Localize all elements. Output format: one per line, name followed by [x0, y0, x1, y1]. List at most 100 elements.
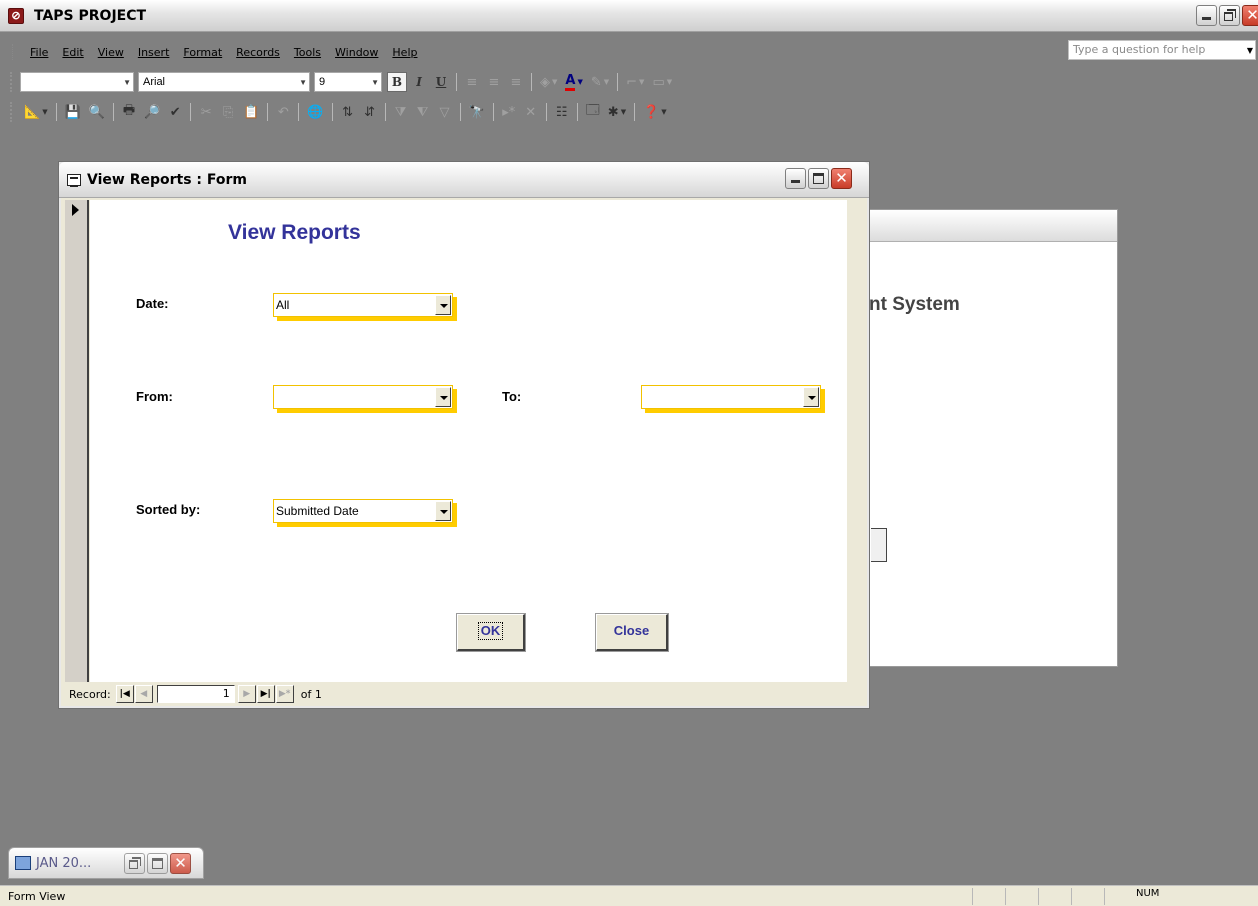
access-icon[interactable]: ⊘: [8, 7, 24, 24]
date-combo[interactable]: All: [273, 293, 453, 317]
print-icon[interactable]: 🖶: [119, 102, 139, 122]
menu-format[interactable]: Format: [176, 46, 229, 59]
align-left-icon[interactable]: ≡: [462, 72, 482, 92]
filter-by-form-icon[interactable]: ⧨: [413, 102, 433, 122]
find-icon[interactable]: 🔭: [466, 102, 488, 122]
menu-records[interactable]: Records: [229, 46, 287, 59]
delete-record-icon[interactable]: ✕: [521, 102, 541, 122]
align-center-icon[interactable]: ≡: [484, 72, 504, 92]
chevron-down-icon[interactable]: ▼: [1247, 46, 1253, 55]
menu-file[interactable]: File: [23, 46, 55, 59]
background-window-button[interactable]: [871, 528, 887, 562]
hyperlink-icon[interactable]: 🌐: [304, 102, 326, 122]
close-form-button[interactable]: Close: [596, 614, 668, 651]
last-record-icon[interactable]: ▶|: [256, 685, 275, 703]
special-effect-icon[interactable]: ▭ ▼: [649, 72, 675, 92]
maximize-button[interactable]: [147, 853, 168, 874]
properties-icon[interactable]: ☷: [552, 102, 572, 122]
line-width-icon[interactable]: ⌐ ▼: [623, 72, 647, 92]
form-minimize-button[interactable]: [785, 168, 806, 189]
sorted-by-combo-value: Submitted Date: [276, 504, 359, 518]
paste-icon[interactable]: 📋: [240, 102, 262, 122]
menu-insert[interactable]: Insert: [131, 46, 177, 59]
line-color-icon[interactable]: ✎ ▼: [588, 72, 612, 92]
print-preview-icon[interactable]: 🔎: [141, 102, 163, 122]
toolbar-separator: [576, 103, 578, 121]
previous-record-icon[interactable]: ◀: [134, 685, 153, 703]
undo-icon[interactable]: ↶: [273, 102, 293, 122]
form-icon[interactable]: [67, 173, 81, 187]
menu-grip[interactable]: [12, 44, 15, 60]
sort-descending-icon[interactable]: ⇵: [360, 102, 380, 122]
font-name-combo[interactable]: Arial ▼: [138, 72, 310, 92]
cut-icon[interactable]: ✂: [196, 102, 216, 122]
chevron-down-icon[interactable]: [803, 387, 819, 407]
menu-help[interactable]: Help: [385, 46, 424, 59]
form-maximize-button[interactable]: [808, 168, 829, 189]
form-close-button[interactable]: ✕: [831, 168, 852, 189]
sort-ascending-icon[interactable]: ⇅: [338, 102, 358, 122]
copy-icon[interactable]: ⎘: [218, 102, 238, 122]
minimize-icon: [791, 180, 800, 183]
sorted-by-combo[interactable]: Submitted Date: [273, 499, 453, 523]
first-record-icon[interactable]: |◀: [115, 685, 134, 703]
new-record-nav-icon[interactable]: ▶*: [275, 685, 294, 703]
restore-icon-front: [1224, 12, 1233, 21]
new-record-icon[interactable]: ▸*: [499, 102, 519, 122]
form-titlebar[interactable]: View Reports : Form ✕: [59, 162, 869, 198]
from-label: From:: [136, 389, 173, 404]
status-pane: [972, 888, 973, 905]
toolbar-separator: [190, 103, 192, 121]
filter-by-selection-icon[interactable]: ⧩: [391, 102, 411, 122]
to-combo[interactable]: [641, 385, 821, 409]
spelling-icon[interactable]: ✔: [165, 102, 185, 122]
file-search-icon[interactable]: 🔍: [86, 102, 108, 122]
minimize-button[interactable]: [1196, 5, 1217, 26]
database-window-icon[interactable]: 🗔: [583, 102, 603, 122]
menu-edit[interactable]: Edit: [55, 46, 90, 59]
chevron-down-icon[interactable]: [435, 295, 451, 315]
font-size-combo[interactable]: 9 ▼: [314, 72, 382, 92]
from-combo[interactable]: [273, 385, 453, 409]
menu-view[interactable]: View: [91, 46, 131, 59]
chevron-down-icon[interactable]: [435, 387, 451, 407]
new-object-icon[interactable]: ✱ ▼: [605, 102, 629, 122]
record-selector[interactable]: [65, 200, 89, 682]
toolbar-grip[interactable]: [10, 102, 14, 122]
italic-button[interactable]: I: [409, 72, 429, 92]
status-pane: [1005, 888, 1006, 905]
restore-button[interactable]: [124, 853, 145, 874]
restore-button[interactable]: [1219, 5, 1240, 26]
next-record-icon[interactable]: ▶: [237, 685, 256, 703]
form-detail-section: View Reports Date: All From: To: Sorted …: [90, 200, 847, 682]
view-icon[interactable]: 📐 ▼: [21, 102, 51, 122]
apply-filter-icon[interactable]: ▽: [435, 102, 455, 122]
status-pane: [1038, 888, 1039, 905]
font-color-icon[interactable]: A ▼: [562, 72, 585, 92]
record-number-input[interactable]: 1: [156, 685, 235, 703]
save-icon[interactable]: 💾: [62, 102, 84, 122]
toolbar-separator: [492, 103, 494, 121]
menu-window[interactable]: Window: [328, 46, 385, 59]
menu-tools[interactable]: Tools: [287, 46, 328, 59]
form-heading: View Reports: [228, 221, 361, 244]
close-button-label: Close: [613, 623, 650, 638]
chevron-down-icon[interactable]: [435, 501, 451, 521]
toolbar-grip[interactable]: [10, 72, 14, 92]
fill-color-icon[interactable]: ◈ ▼: [537, 72, 560, 92]
close-button[interactable]: ✕: [170, 853, 191, 874]
help-search-box[interactable]: Type a question for help ▼: [1068, 40, 1256, 60]
object-combo[interactable]: ▼: [20, 72, 134, 92]
underline-button[interactable]: U: [431, 72, 451, 92]
ok-button[interactable]: OK: [457, 614, 525, 651]
help-icon[interactable]: ❓ ▼: [640, 102, 670, 122]
close-button[interactable]: ✕: [1242, 5, 1258, 26]
align-right-icon[interactable]: ≡: [506, 72, 526, 92]
minimized-window[interactable]: JAN 20... ✕: [8, 847, 204, 879]
date-label: Date:: [136, 296, 169, 311]
background-window[interactable]: nt System: [860, 209, 1118, 667]
background-window-titlebar[interactable]: [861, 210, 1117, 242]
bold-button[interactable]: B: [387, 72, 407, 92]
status-text: Form View: [8, 890, 66, 903]
minimize-icon: [1202, 17, 1211, 20]
